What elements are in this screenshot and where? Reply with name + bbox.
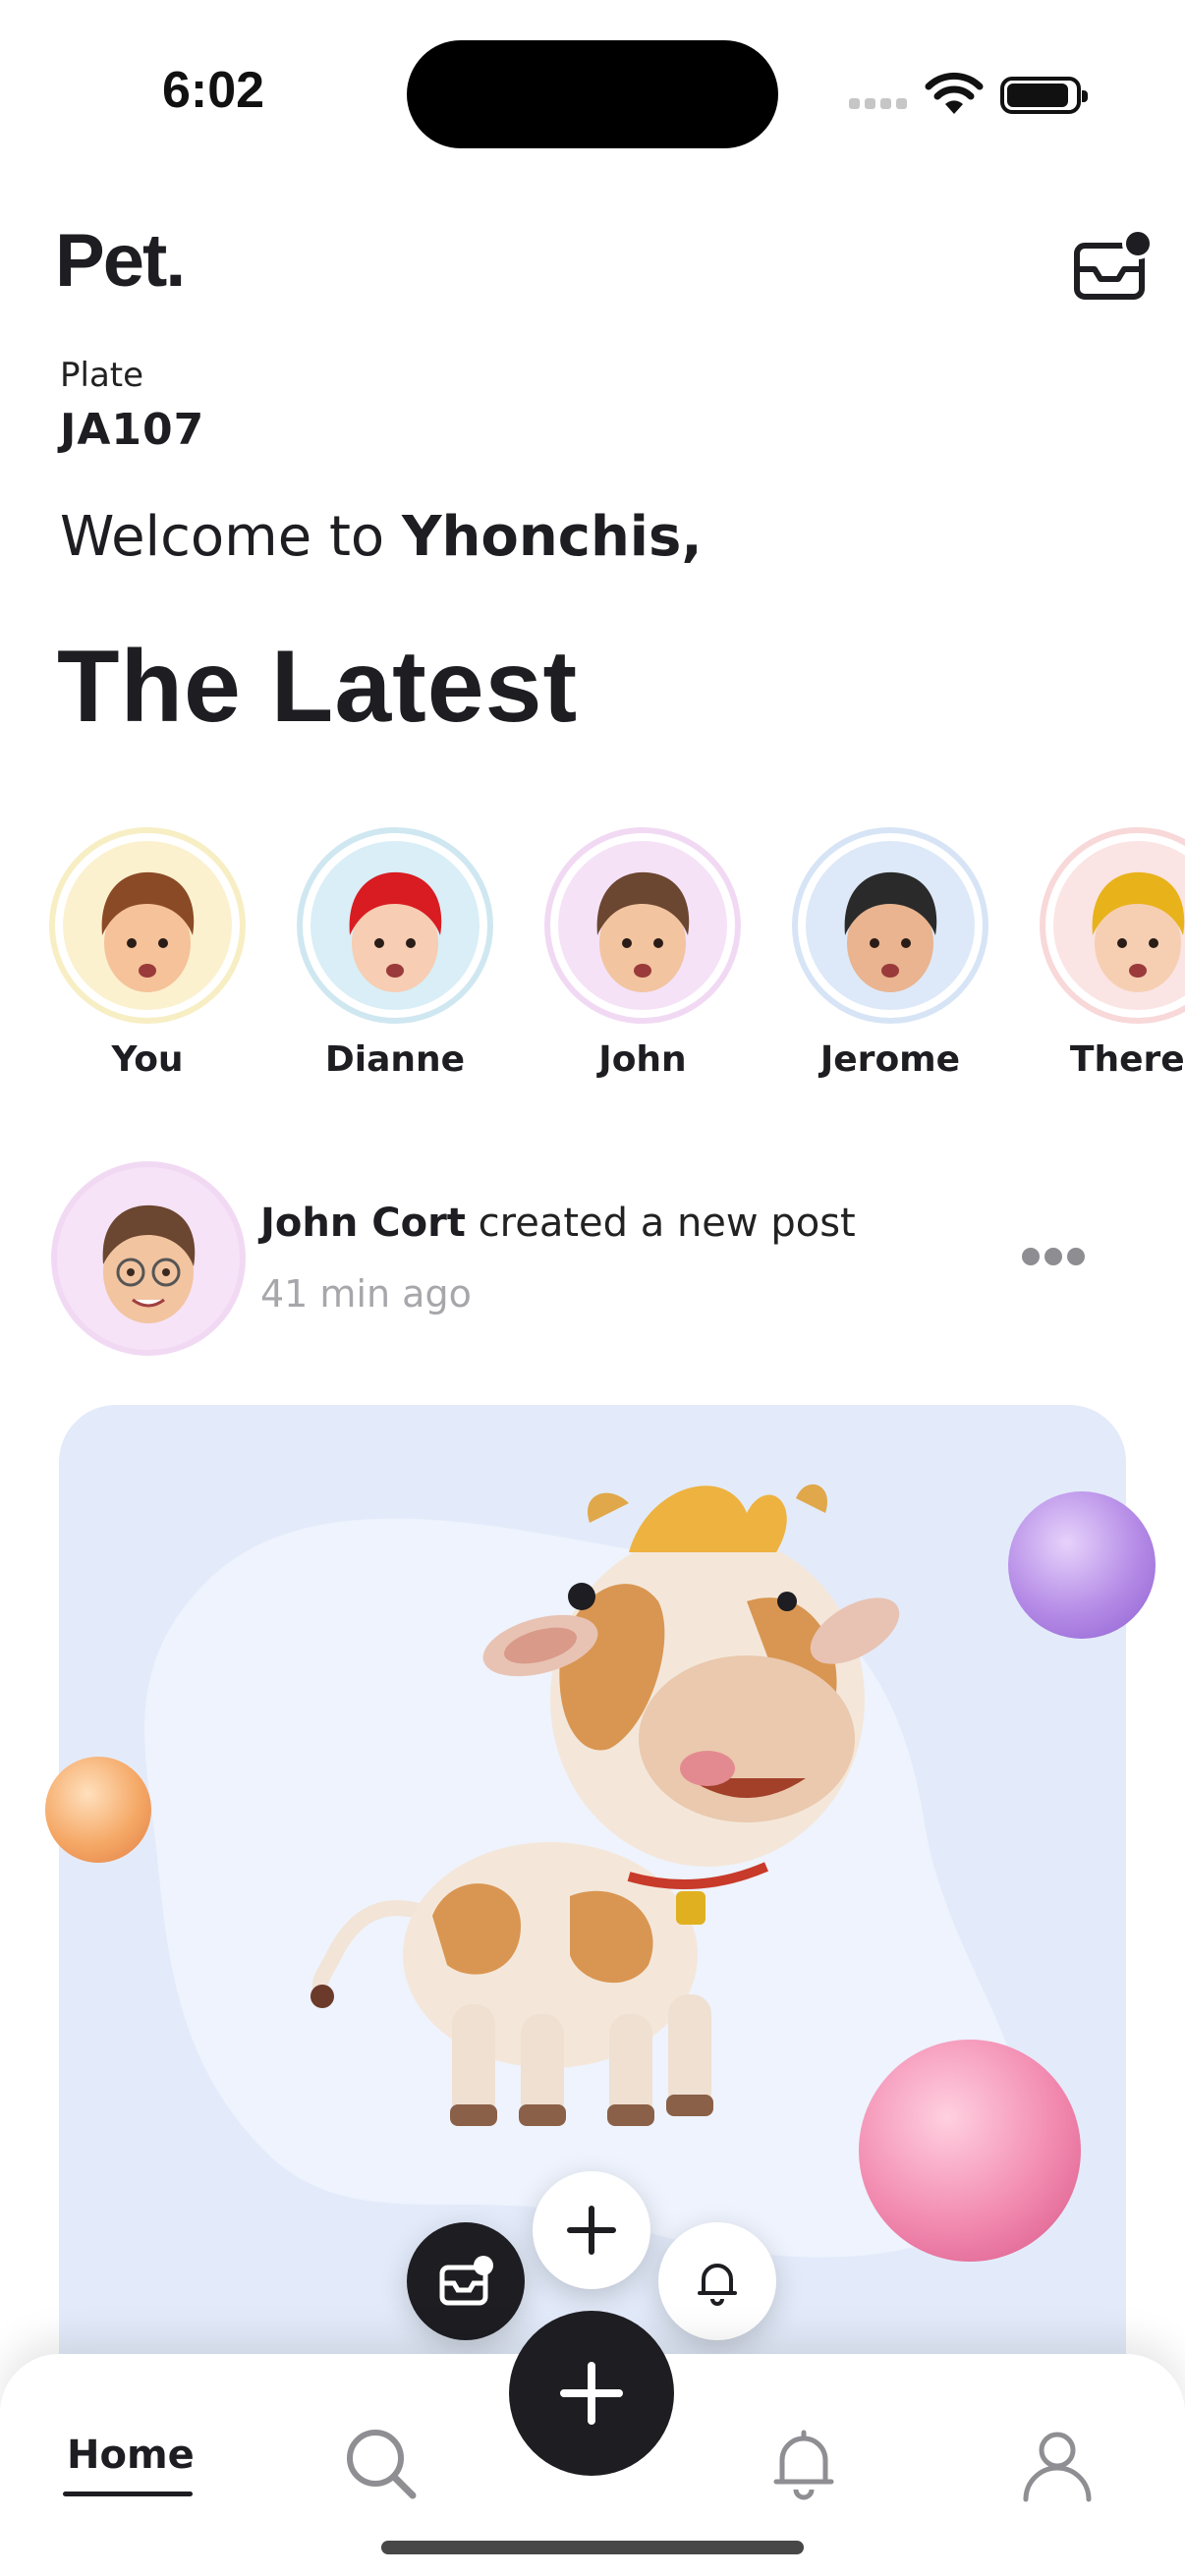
memoji-avatar-icon (102, 1204, 196, 1323)
story-item[interactable]: Theres (1040, 827, 1185, 1083)
plate-label: Plate (60, 356, 144, 395)
section-title: The Latest (57, 630, 579, 744)
battery-icon (1000, 77, 1088, 114)
story-avatar-ring (297, 827, 493, 1024)
messages-button[interactable] (407, 2222, 525, 2340)
inbox-icon (439, 2256, 493, 2306)
notifications-button[interactable] (658, 2222, 776, 2340)
profile-icon[interactable] (1016, 2423, 1099, 2505)
plus-icon (560, 2362, 623, 2425)
app-logo: Pet. (55, 219, 186, 303)
post-author[interactable]: John Cort (260, 1201, 466, 1246)
bell-icon[interactable] (762, 2423, 845, 2505)
post-author-avatar[interactable] (51, 1161, 246, 1356)
story-item[interactable]: Dianne (297, 827, 493, 1083)
status-time: 6:02 (162, 62, 265, 119)
story-avatar-ring (544, 827, 741, 1024)
welcome-name: Yhonchis, (401, 505, 703, 569)
search-icon[interactable] (340, 2423, 423, 2505)
pink-bubble (859, 2040, 1081, 2262)
story-avatar-ring (49, 827, 246, 1024)
post-headline: John Cort created a new post (260, 1201, 856, 1246)
welcome-prefix: Welcome to (60, 505, 402, 569)
add-post-button[interactable] (533, 2171, 650, 2289)
memoji-avatar-icon (596, 871, 690, 992)
memoji-avatar-icon (101, 871, 195, 992)
story-avatar-ring (1040, 827, 1185, 1024)
story-avatar (1053, 841, 1185, 1010)
more-options-icon[interactable] (1018, 1248, 1089, 1267)
memoji-avatar-icon (1092, 871, 1185, 992)
story-name: Jerome (819, 1039, 961, 1080)
purple-bubble (1008, 1491, 1156, 1639)
home-indicator (381, 2541, 804, 2554)
story-avatar (310, 841, 480, 1010)
plate-value: JA107 (60, 405, 205, 455)
story-avatar-ring (792, 827, 988, 1024)
stories-row: You Dianne John Jerome Theres (0, 827, 1185, 1083)
story-name: You (111, 1039, 184, 1080)
story-name: Dianne (324, 1039, 466, 1080)
story-avatar (558, 841, 727, 1010)
cellular-signal-icon (849, 98, 908, 112)
story-name: Theres (1069, 1039, 1185, 1080)
post-action: created a new post (465, 1201, 856, 1246)
nav-active-indicator (63, 2492, 193, 2496)
wifi-icon (925, 72, 984, 114)
dynamic-island (407, 40, 778, 148)
inbox-notification-icon[interactable] (1071, 224, 1154, 307)
story-avatar (63, 841, 232, 1010)
story-item[interactable]: John (544, 827, 741, 1083)
story-name: John (598, 1039, 687, 1080)
nav-home-tab[interactable]: Home (67, 2433, 195, 2478)
bell-icon (698, 2264, 737, 2306)
memoji-avatar-icon (844, 871, 937, 992)
memoji-avatar-icon (349, 871, 442, 992)
story-item[interactable]: You (49, 827, 246, 1083)
post-timestamp: 41 min ago (260, 1272, 472, 1316)
story-avatar (806, 841, 975, 1010)
story-item[interactable]: Jerome (792, 827, 988, 1083)
main-create-button[interactable] (509, 2311, 674, 2476)
welcome-text: Welcome to Yhonchis, (60, 505, 703, 569)
orange-bubble (45, 1757, 151, 1863)
plus-icon (567, 2206, 616, 2255)
